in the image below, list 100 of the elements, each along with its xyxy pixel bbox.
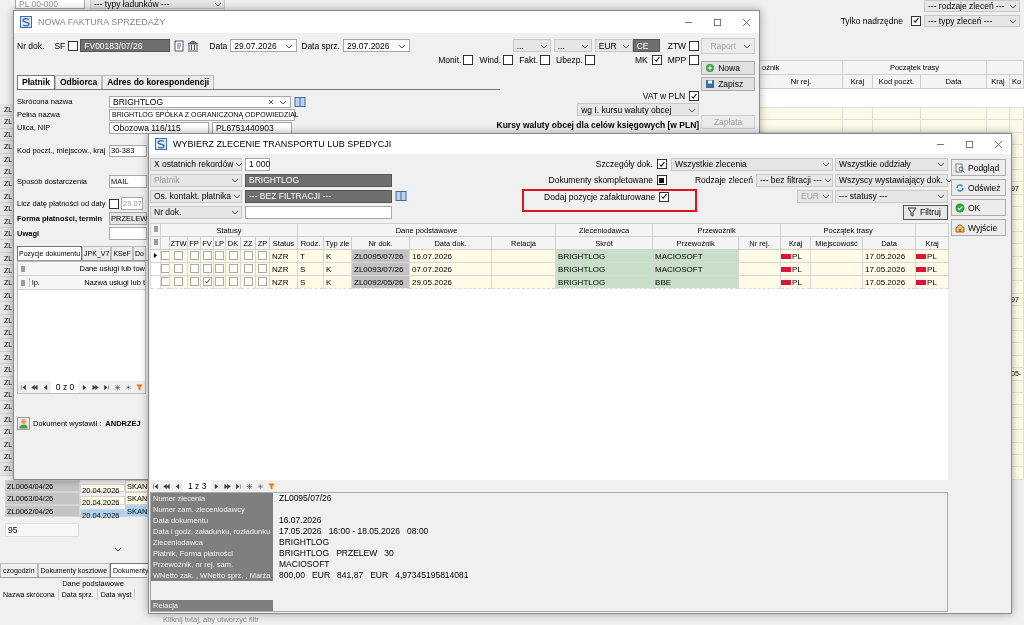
record-count-field[interactable]: 1 000 [245,157,270,171]
vat-in-pln-checkbox[interactable] [689,91,700,101]
option-checkbox[interactable] [659,191,670,202]
maximize-icon[interactable] [965,139,974,149]
previous-icon[interactable] [174,482,181,490]
status-checkbox[interactable] [189,263,199,273]
asterisk-icon[interactable] [125,383,133,391]
rewind-icon[interactable] [163,482,170,490]
row-checkbox[interactable] [161,276,169,286]
grip-icon[interactable] [21,278,25,287]
book-icon[interactable] [395,190,407,202]
burst-icon[interactable] [114,383,122,391]
date-field[interactable]: 29.07.2026 [230,39,298,52]
grip-icon[interactable] [154,225,158,233]
fast-forward-icon[interactable] [224,482,232,490]
filter-dropdown[interactable]: Nr dok. [150,205,242,219]
document-icon[interactable] [173,39,186,52]
next-icon[interactable] [81,383,89,391]
status-checkbox[interactable] [174,250,183,260]
tab[interactable]: Adres do korespondencji [102,75,215,89]
close-icon[interactable] [742,17,751,27]
status-checkbox[interactable] [202,263,212,273]
dropdown[interactable]: ... [553,39,592,52]
bank-icon[interactable] [187,39,200,52]
order-scope-dropdown[interactable]: Wszystkie zlecenia [671,157,833,171]
status-checkbox[interactable] [215,263,224,273]
filter-dropdown[interactable]: Os. kontakt. płatnika [150,189,242,203]
status-checkbox[interactable] [258,263,267,273]
flag-checkbox[interactable] [540,54,551,65]
text-field[interactable]: Obozowa 116/115 [109,121,209,134]
status-checkbox[interactable] [215,276,224,286]
user-icon[interactable] [17,417,30,430]
flag-checkbox[interactable] [584,54,595,65]
next-icon[interactable] [213,482,221,490]
notes-field[interactable] [109,227,147,240]
status-checkbox[interactable] [174,276,183,286]
book-icon[interactable] [294,95,306,108]
postal-code-field[interactable]: PL 00-000 [15,0,85,9]
preview-button[interactable]: Podgląd [951,159,1006,176]
last-page-icon[interactable] [103,383,111,391]
rewind-icon[interactable] [30,383,38,391]
row-header[interactable] [150,249,161,263]
status-checkbox[interactable] [258,250,267,260]
option-checkbox[interactable] [656,175,667,185]
mk-checkbox[interactable] [651,54,662,65]
tab[interactable]: Płatnik [17,75,55,89]
cargo-type-dropdown[interactable]: --- typy ładunków --- [90,0,225,9]
status-checkbox[interactable] [228,263,238,273]
filter-icon[interactable] [268,482,276,490]
refresh-button[interactable]: Odśwież [951,179,1006,196]
grip-icon[interactable] [21,264,25,273]
chevron-icon[interactable] [113,547,123,554]
filter-button[interactable]: Filtruj [903,204,948,220]
filter-dropdown[interactable]: X ostatnich rekordów [150,157,242,171]
status-checkbox[interactable] [228,250,238,260]
exit-button[interactable]: Wyjście [951,219,1006,236]
row-checkbox[interactable] [161,250,169,260]
first-page-icon[interactable] [152,482,159,490]
flag-checkbox[interactable] [503,54,514,65]
status-checkbox[interactable] [174,263,183,273]
status-checkbox[interactable] [243,276,253,286]
close-icon[interactable] [994,139,1003,149]
contact-field[interactable]: --- BEZ FILTRACJI --- [245,189,392,203]
order-type-dropdown[interactable]: --- typy zleceń --- [924,14,1020,27]
clear-icon[interactable] [267,97,275,106]
save-button[interactable]: Zapisz [701,77,755,91]
currency-code-field[interactable]: CE [632,39,660,52]
status-checkbox[interactable] [243,250,253,260]
order-kind-dropdown[interactable]: --- rodzaje zleceń --- [924,0,1020,12]
status-checkbox[interactable] [215,250,224,260]
document-number-field[interactable]: FV00183/07/26 [80,39,171,52]
due-date-checkbox[interactable] [109,198,119,209]
flag-checkbox[interactable] [463,54,474,65]
top-level-only-checkbox[interactable] [911,15,921,26]
dropdown[interactable]: EUR [594,39,633,52]
status-checkbox[interactable] [189,276,199,286]
issuer-dropdown[interactable]: Wszyscy wystawiający dok. [835,173,948,187]
burst-icon[interactable] [246,482,254,490]
text-field[interactable]: PL6751440903 [212,121,292,134]
status-checkbox[interactable] [228,276,238,286]
option-checkbox[interactable] [656,159,667,169]
status-dropdown[interactable]: --- statusy --- [835,189,948,203]
sf-checkbox[interactable] [68,40,79,51]
ztw-checkbox[interactable] [689,40,700,51]
status-checkbox[interactable] [258,276,267,286]
branch-dropdown[interactable]: Wszystkie oddziały [835,157,948,171]
dropdown[interactable]: ... [512,39,551,52]
mpp-checkbox[interactable] [689,54,700,65]
sale-date-field[interactable]: 29.07.2026 [343,39,410,52]
status-checkbox[interactable] [202,276,212,286]
asterisk-icon[interactable] [257,482,265,490]
maximize-icon[interactable] [713,17,722,27]
short-name-field[interactable]: BRIGHTLOG [109,95,291,108]
filter-icon[interactable] [136,383,143,391]
tab[interactable]: Odbiorca [54,75,103,89]
previous-icon[interactable] [41,383,49,391]
status-checkbox[interactable] [243,263,253,273]
last-page-icon[interactable] [235,482,243,490]
status-checkbox[interactable] [202,250,212,260]
rate-mode-dropdown[interactable]: wg I. kursu waluty obcej [577,103,700,116]
